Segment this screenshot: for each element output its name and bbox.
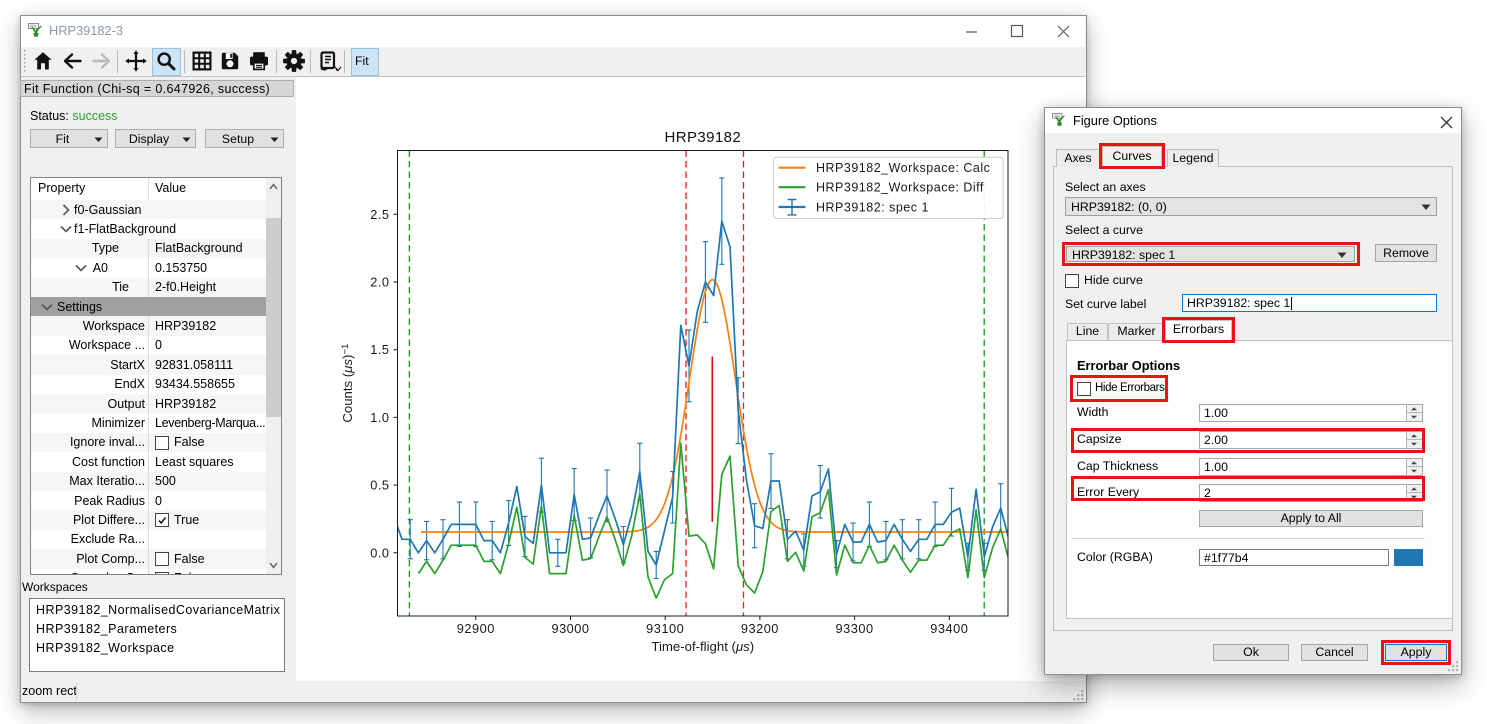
svg-text:1.0: 1.0 <box>370 410 389 425</box>
svg-text:2.0: 2.0 <box>370 275 389 290</box>
svg-text:HRP39182: HRP39182 <box>665 129 742 146</box>
svg-text:0.0: 0.0 <box>370 545 389 560</box>
svg-text:HRP39182_Workspace: Diff: HRP39182_Workspace: Diff <box>816 181 984 195</box>
svg-text:92900: 92900 <box>457 621 495 636</box>
svg-text:0.5: 0.5 <box>370 478 389 493</box>
svg-text:Counts (μs)−1: Counts (μs)−1 <box>340 344 355 423</box>
svg-text:1.5: 1.5 <box>370 342 389 357</box>
svg-text:93400: 93400 <box>930 621 968 636</box>
svg-text:Time-of-flight (μs): Time-of-flight (μs) <box>651 639 754 654</box>
svg-text:93300: 93300 <box>836 621 874 636</box>
svg-text:93000: 93000 <box>551 621 589 636</box>
svg-text:HRP39182: spec 1: HRP39182: spec 1 <box>816 200 929 214</box>
svg-text:93200: 93200 <box>741 621 779 636</box>
svg-text:2.5: 2.5 <box>370 207 389 222</box>
svg-text:HRP39182_Workspace: Calc: HRP39182_Workspace: Calc <box>816 161 990 175</box>
svg-text:93100: 93100 <box>646 621 684 636</box>
